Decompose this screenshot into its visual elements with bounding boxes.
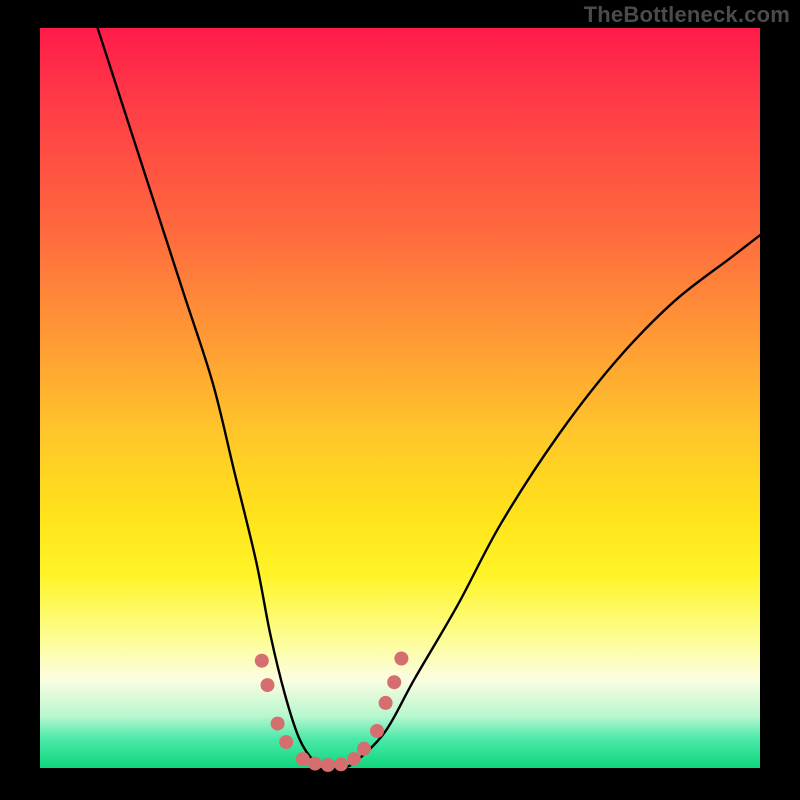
speckle-dot [347,752,361,766]
speckle-dot [308,757,322,771]
chart-frame: TheBottleneck.com [0,0,800,800]
plot-area [40,28,760,768]
watermark-text: TheBottleneck.com [584,2,790,28]
speckle-dot [370,724,384,738]
speckle-dot [279,735,293,749]
speckle-dot [394,652,408,666]
speckle-dot [379,696,393,710]
speckle-dot [357,742,371,756]
curve-layer [40,28,760,768]
speckle-dot [271,717,285,731]
speckle-dot [334,757,348,771]
speckle-dot [296,752,310,766]
speckle-dot [261,678,275,692]
speckle-dot [255,654,269,668]
bottleneck-curve [98,28,760,769]
speckle-dot [387,675,401,689]
speckle-dot [321,758,335,772]
